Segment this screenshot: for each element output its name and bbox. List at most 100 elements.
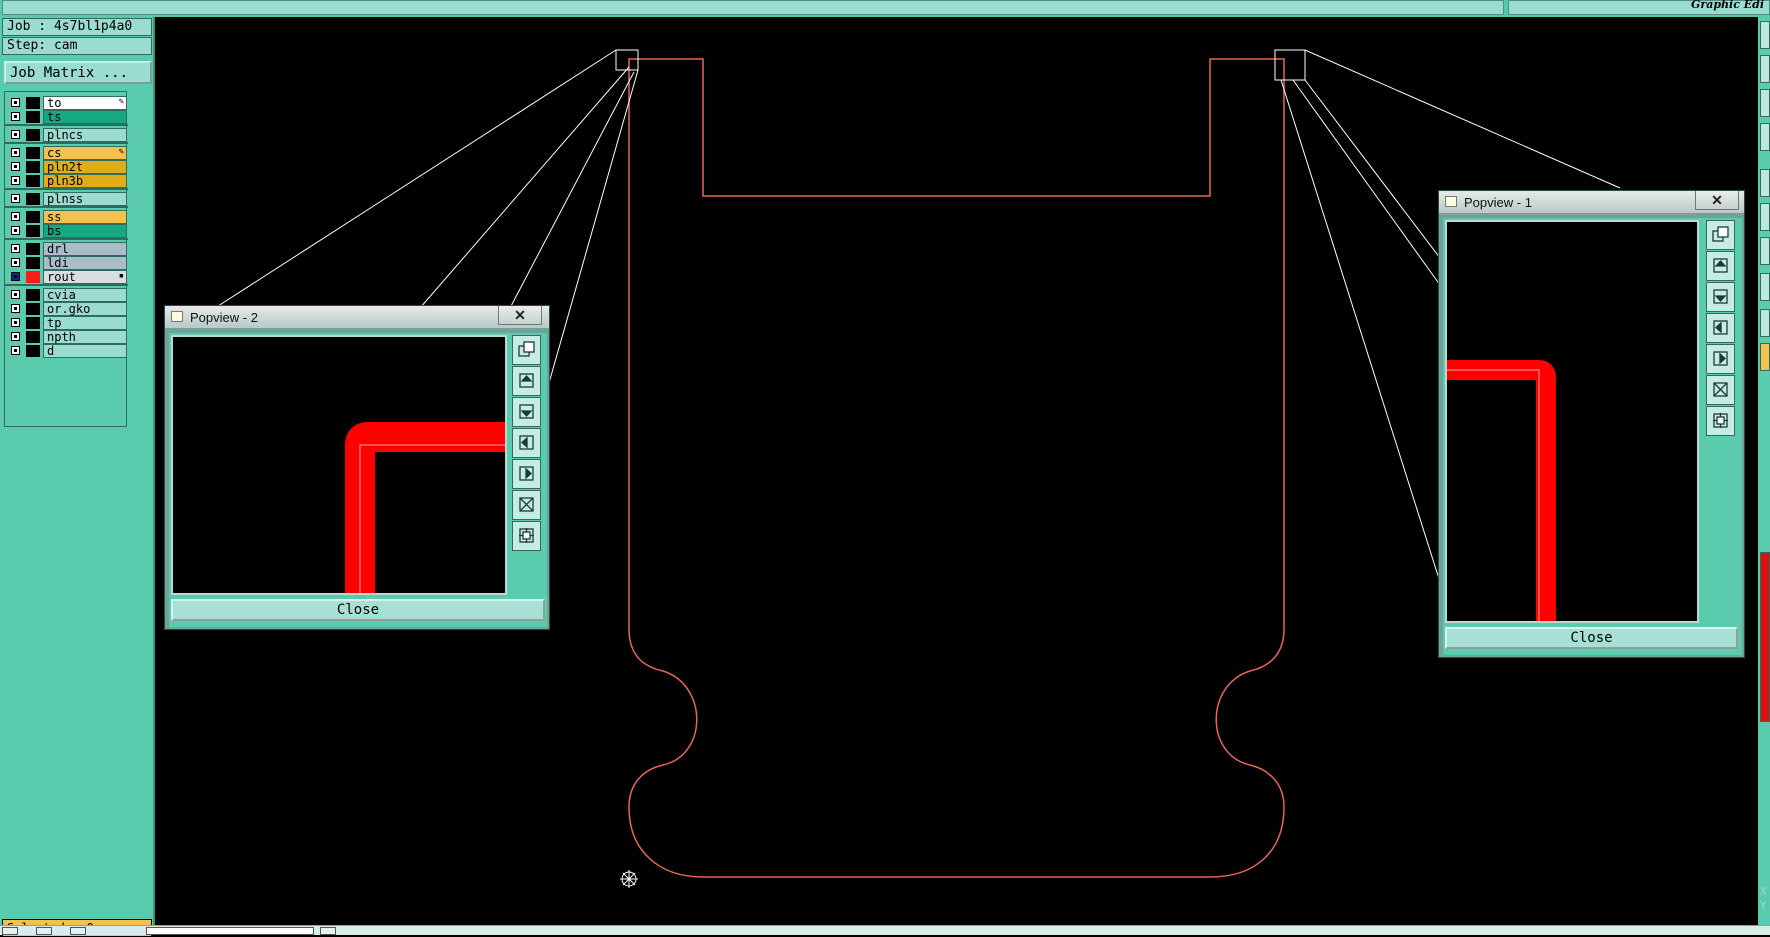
layer-name[interactable]: npth <box>43 330 127 344</box>
layer-checkbox[interactable] <box>11 272 20 281</box>
layer-name[interactable]: ldi <box>43 256 127 270</box>
pan-up-icon[interactable] <box>1706 251 1735 281</box>
popview-2-zoom-drawing <box>345 422 505 593</box>
pan-right-icon[interactable] <box>1706 344 1735 374</box>
layer-row-to[interactable]: to ✎ <box>5 96 128 110</box>
layer-row-bs[interactable]: bs <box>5 224 128 238</box>
layer-checkbox[interactable] <box>11 244 20 253</box>
right-tool-button[interactable] <box>1760 123 1770 151</box>
window-icon <box>1445 196 1457 207</box>
layer-checkbox[interactable] <box>11 318 20 327</box>
layer-row-tp[interactable]: tp <box>5 316 128 330</box>
layer-row-plnss[interactable]: plnss <box>5 192 128 206</box>
layer-name[interactable]: tp <box>43 316 127 330</box>
layer-name[interactable]: ss <box>43 210 127 224</box>
layer-row-pln2t[interactable]: pln2t <box>5 160 128 174</box>
popview-2-titlebar[interactable]: Popview - 2 ✕ <box>165 306 549 328</box>
pan-up-icon[interactable] <box>512 366 541 396</box>
layer-name[interactable]: or.gko <box>43 302 127 316</box>
layer-row-drl[interactable]: drl <box>5 242 128 256</box>
layer-name[interactable]: ts <box>43 110 127 124</box>
popview-1-view[interactable] <box>1445 220 1699 623</box>
bottom-input[interactable] <box>146 927 314 935</box>
popview-1-close-button[interactable]: Close <box>1445 627 1738 649</box>
layer-checkbox[interactable] <box>11 332 20 341</box>
layer-name[interactable]: cvia <box>43 288 127 302</box>
right-tool-button[interactable] <box>1760 309 1770 337</box>
layer-row-ts[interactable]: ts <box>5 110 128 124</box>
right-tool-button[interactable] <box>1760 343 1770 371</box>
layer-checkbox[interactable] <box>11 346 20 355</box>
popview-1-close-icon[interactable]: ✕ <box>1695 191 1739 210</box>
pan-left-icon[interactable] <box>1706 313 1735 343</box>
layer-checkbox[interactable] <box>11 98 20 107</box>
layer-checkbox[interactable] <box>11 304 20 313</box>
origin-cursor-icon <box>620 870 638 888</box>
right-tool-button[interactable] <box>1760 273 1770 301</box>
right-tool-button[interactable] <box>1760 55 1770 83</box>
zoom-out-icon[interactable] <box>512 490 541 520</box>
command-line[interactable] <box>2 0 1504 15</box>
pan-left-icon[interactable] <box>512 428 541 458</box>
layer-name[interactable]: to ✎ <box>43 96 127 110</box>
layer-checkbox[interactable] <box>11 258 20 267</box>
right-tool-button[interactable] <box>1760 552 1770 722</box>
popview-2-body: Close <box>169 333 547 627</box>
layer-checkbox[interactable] <box>11 130 20 139</box>
bottom-button-1[interactable] <box>2 927 18 935</box>
right-tool-button[interactable] <box>1760 169 1770 197</box>
layer-color-swatch <box>26 271 40 283</box>
layer-row-cs[interactable]: cs ✎ <box>5 146 128 160</box>
job-matrix-button[interactable]: Job Matrix ... <box>4 61 152 84</box>
layer-name[interactable]: rout ▪ <box>43 270 127 284</box>
popview-2-window: Popview - 2 ✕ Close <box>164 305 550 630</box>
layer-name[interactable]: pln3b <box>43 174 127 188</box>
right-tool-button[interactable] <box>1760 203 1770 231</box>
popview-1-titlebar[interactable]: Popview - 1 ✕ <box>1439 191 1744 213</box>
popview-2-close-button[interactable]: Close <box>171 599 545 621</box>
bottom-button-4[interactable] <box>320 927 336 935</box>
right-tool-button[interactable] <box>1760 237 1770 265</box>
layer-name[interactable]: plnss <box>43 192 127 206</box>
layer-checkbox[interactable] <box>11 290 20 299</box>
zoom-fit-icon[interactable] <box>512 335 541 365</box>
right-tool-button[interactable] <box>1760 21 1770 49</box>
layer-separator <box>5 284 128 286</box>
layer-row-cvia[interactable]: cvia <box>5 288 128 302</box>
layer-row-or-gko[interactable]: or.gko <box>5 302 128 316</box>
pan-down-icon[interactable] <box>512 397 541 427</box>
layer-checkbox[interactable] <box>11 148 20 157</box>
layer-row-plncs[interactable]: plncs <box>5 128 128 142</box>
layer-checkbox[interactable] <box>11 226 20 235</box>
layer-checkbox[interactable] <box>11 194 20 203</box>
zoom-out-icon[interactable] <box>1706 375 1735 405</box>
pan-right-icon[interactable] <box>512 459 541 489</box>
zoom-fit-icon[interactable] <box>1706 220 1735 250</box>
popview-2-close-icon[interactable]: ✕ <box>498 306 542 325</box>
layer-checkbox[interactable] <box>11 176 20 185</box>
layer-row-ss[interactable]: ss <box>5 210 128 224</box>
layer-name[interactable]: plncs <box>43 128 127 142</box>
layer-checkbox[interactable] <box>11 212 20 221</box>
bottom-button-2[interactable] <box>36 927 52 935</box>
layer-row-npth[interactable]: npth <box>5 330 128 344</box>
layer-row-d[interactable]: d <box>5 344 128 358</box>
zoom-in-icon[interactable] <box>1706 406 1735 436</box>
zoom-in-icon[interactable] <box>512 521 541 551</box>
bottom-button-3[interactable] <box>70 927 86 935</box>
layer-row-rout[interactable]: rout ▪ <box>5 270 128 284</box>
layer-name[interactable]: cs ✎ <box>43 146 127 160</box>
layer-row-pln3b[interactable]: pln3b <box>5 174 128 188</box>
layer-checkbox[interactable] <box>11 162 20 171</box>
layer-checkbox[interactable] <box>11 112 20 121</box>
right-tool-button[interactable] <box>1760 89 1770 117</box>
popview-2-view[interactable] <box>171 335 507 595</box>
popview-1-zoom-drawing <box>1447 360 1556 621</box>
pan-down-icon[interactable] <box>1706 282 1735 312</box>
layer-row-ldi[interactable]: ldi <box>5 256 128 270</box>
layer-name[interactable]: drl <box>43 242 127 256</box>
layer-name[interactable]: d <box>43 344 127 358</box>
layer-name[interactable]: pln2t <box>43 160 127 174</box>
layer-color-swatch <box>26 111 40 123</box>
layer-name[interactable]: bs <box>43 224 127 238</box>
